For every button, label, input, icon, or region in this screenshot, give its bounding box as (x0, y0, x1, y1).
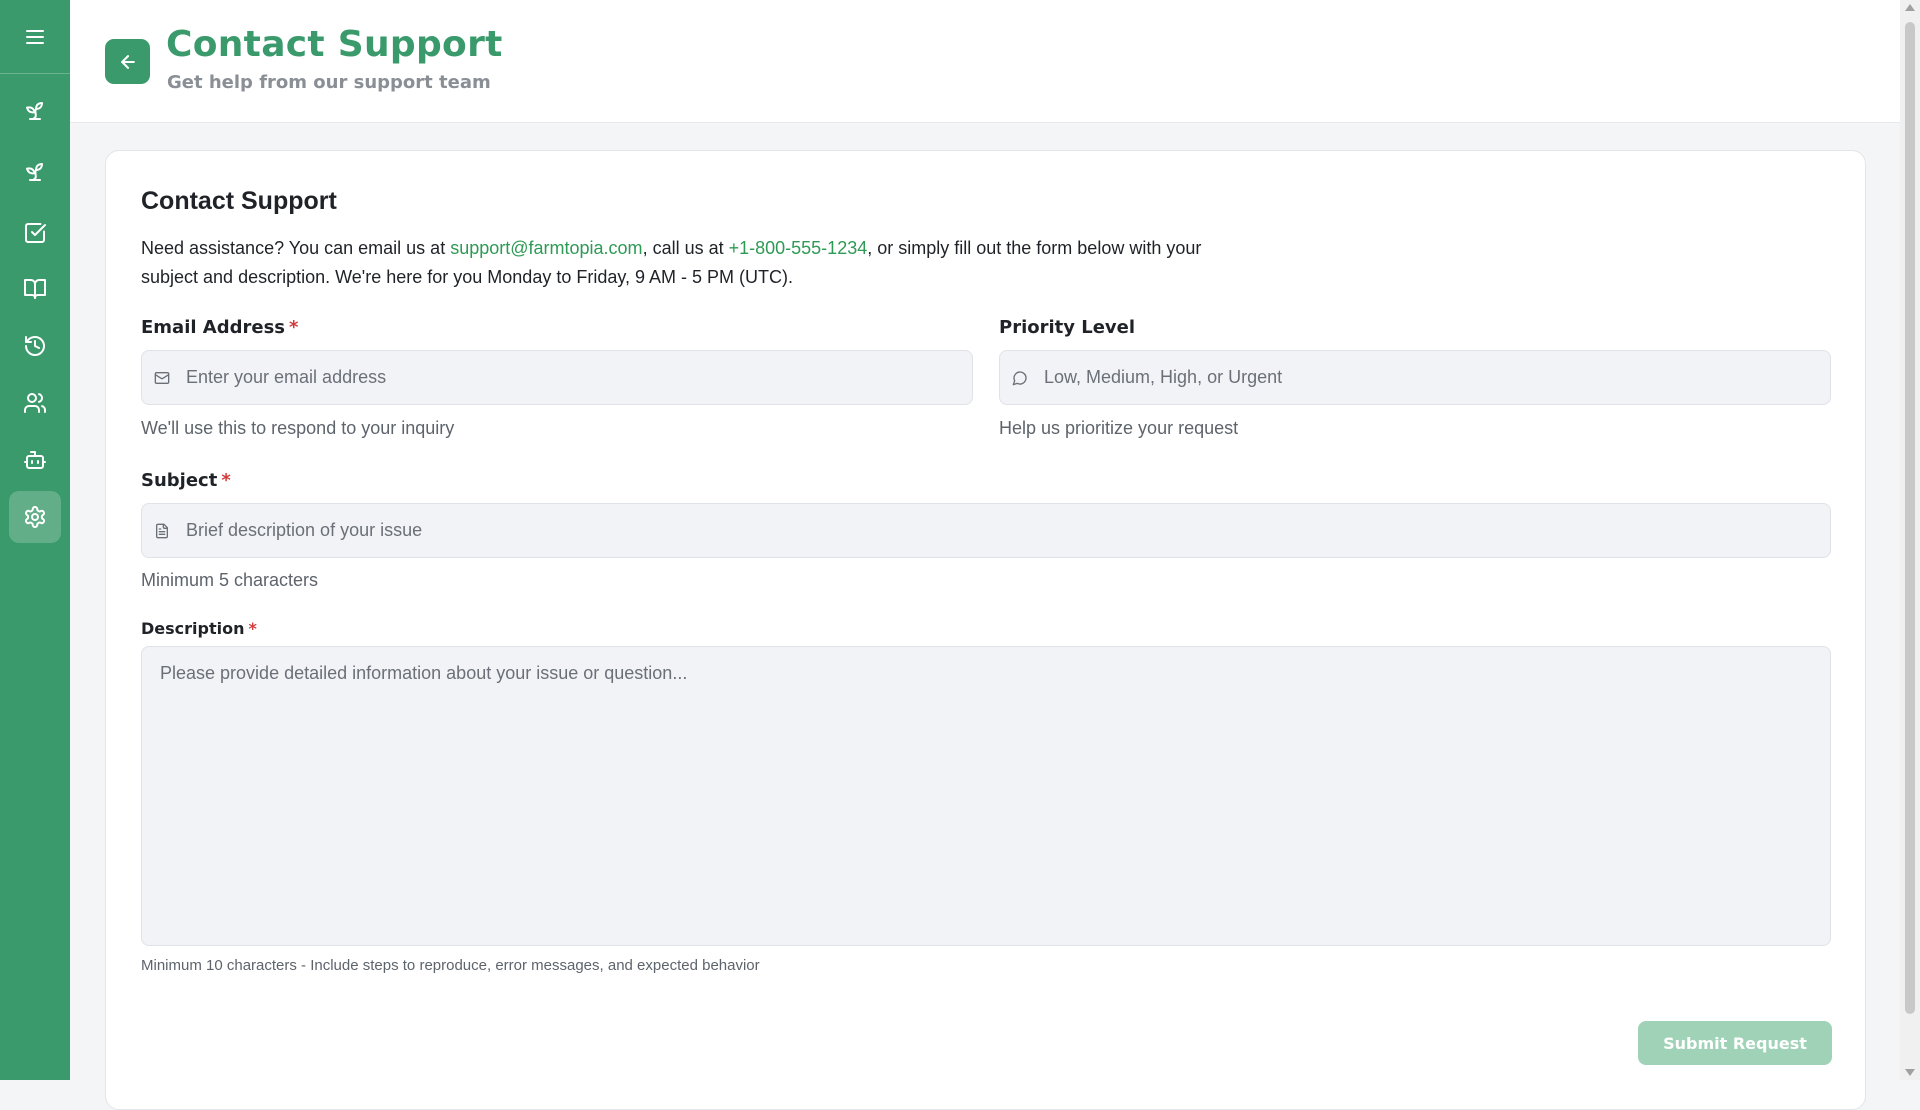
subject-label: Subject * (141, 470, 231, 491)
intro-text-part: , call us at (642, 238, 729, 258)
contact-support-card: Contact Support Need assistance? You can… (105, 150, 1866, 1110)
back-button[interactable] (105, 39, 150, 84)
sidebar-item-tasks[interactable] (9, 207, 61, 259)
sidebar-item-settings[interactable] (9, 491, 61, 543)
priority-placeholder: Low, Medium, High, or Urgent (1044, 367, 1283, 387)
scrollbar-thumb[interactable] (1905, 22, 1915, 1014)
required-marker: * (221, 470, 231, 491)
page-scrollbar[interactable] (1900, 0, 1920, 1080)
sidebar (0, 0, 70, 1080)
sidebar-item-users[interactable] (9, 377, 61, 429)
email-hint: We'll use this to respond to your inquir… (141, 418, 455, 438)
scroll-down-arrow[interactable] (1905, 1069, 1915, 1076)
card-title: Contact Support (141, 187, 337, 215)
subject-label-text: Subject (141, 470, 218, 491)
priority-label: Priority Level (999, 317, 1136, 338)
hamburger-icon (26, 29, 44, 44)
required-marker: * (289, 317, 299, 338)
intro-text: Need assistance? You can email us at sup… (141, 234, 1261, 292)
settings-icon (25, 506, 45, 528)
page-header: Contact Support Get help from our suppor… (70, 0, 1900, 123)
sidebar-item-guides[interactable] (9, 263, 61, 315)
page-title: Contact Support (166, 24, 503, 65)
mail-icon (154, 369, 172, 387)
subject-field[interactable]: Brief description of your issue (141, 503, 1831, 558)
book-icon (24, 279, 46, 299)
submit-request-button[interactable]: Submit Request (1638, 1021, 1832, 1065)
email-field[interactable]: Enter your email address (141, 350, 973, 405)
bot-icon (24, 451, 46, 469)
intro-text-part: Need assistance? You can email us at (141, 238, 451, 258)
description-hint: Minimum 10 characters - Include steps to… (141, 957, 760, 974)
description-textarea[interactable]: Please provide detailed information abou… (141, 646, 1831, 946)
priority-hint: Help us prioritize your request (999, 418, 1239, 438)
checkbox-icon (25, 223, 46, 243)
description-label-text: Description (141, 619, 245, 638)
sprout-icon (26, 163, 43, 181)
sidebar-item-assistant[interactable] (9, 434, 61, 486)
arrow-left-icon (120, 54, 135, 69)
subject-placeholder: Brief description of your issue (186, 520, 423, 540)
description-placeholder: Please provide detailed information abou… (160, 663, 688, 683)
priority-field[interactable]: Low, Medium, High, or Urgent (999, 350, 1831, 405)
sidebar-item-crops[interactable] (9, 85, 61, 137)
sprout-icon (26, 102, 43, 120)
scroll-up-arrow[interactable] (1905, 4, 1915, 11)
file-text-icon (154, 522, 172, 540)
users-icon (24, 393, 46, 413)
page-subtitle: Get help from our support team (167, 72, 491, 93)
support-email-link[interactable]: support@farmtopia.com (450, 238, 642, 258)
history-icon (25, 336, 45, 356)
message-circle-icon (1012, 369, 1030, 387)
email-label: Email Address * (141, 317, 298, 338)
sidebar-item-plants[interactable] (9, 146, 61, 198)
menu-toggle-button[interactable] (0, 0, 70, 74)
subject-hint: Minimum 5 characters (141, 570, 319, 590)
description-label: Description * (141, 619, 257, 638)
sidebar-item-history[interactable] (9, 320, 61, 372)
email-label-text: Email Address (141, 317, 286, 338)
support-phone-link[interactable]: +1-800-555-1234 (729, 238, 868, 258)
email-placeholder: Enter your email address (186, 367, 387, 387)
required-marker: * (248, 619, 257, 638)
